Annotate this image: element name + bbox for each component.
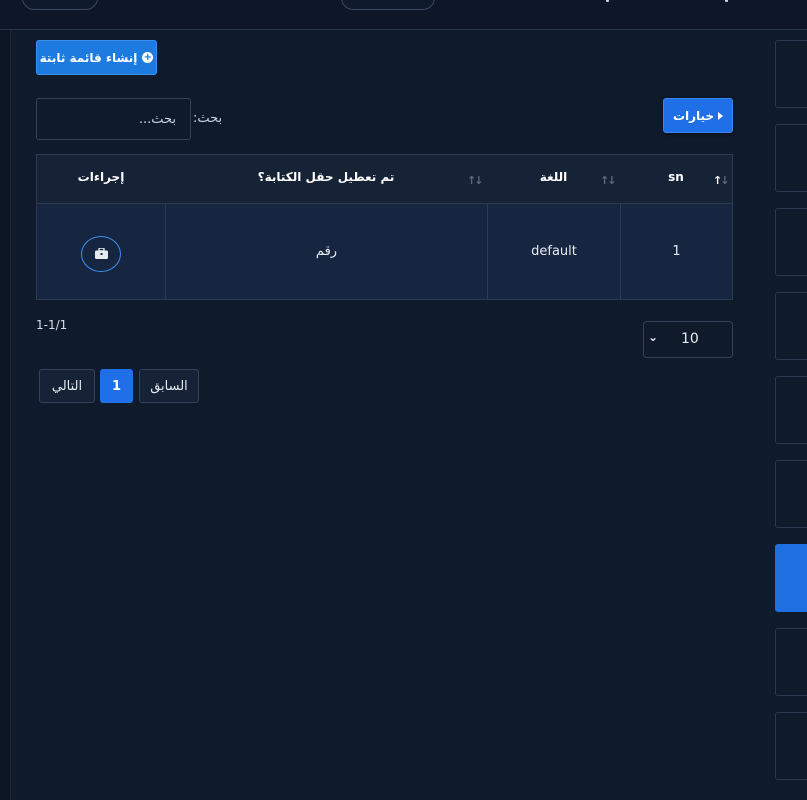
- right-nav-tile[interactable]: [775, 40, 807, 108]
- right-nav-tile[interactable]: [775, 208, 807, 276]
- top-pill-button[interactable]: [341, 0, 435, 10]
- pagination-range: 1-1/1: [36, 318, 68, 332]
- top-mark: [606, 0, 609, 2]
- page-size-select[interactable]: ⌄ 10: [643, 321, 733, 358]
- left-rail: [0, 30, 11, 800]
- table-row: 1 default رقم: [37, 204, 732, 299]
- row-action-button[interactable]: [81, 235, 121, 272]
- page-size-value: 10: [681, 331, 699, 347]
- column-header-actions: إجراءات: [37, 155, 165, 204]
- column-header-sn-label: sn: [668, 169, 684, 184]
- cell-language: default: [487, 204, 620, 299]
- data-table: sn ↑↓ اللغة ↑↓ تم تعطيل حقل الكتابة؟ ↑↓ …: [36, 154, 733, 300]
- column-header-language[interactable]: اللغة ↑↓: [487, 155, 620, 204]
- right-nav-tile[interactable]: [775, 460, 807, 528]
- sort-arrows-icon[interactable]: ↑↓: [467, 174, 484, 187]
- right-nav-tile[interactable]: [775, 712, 807, 780]
- column-header-actions-label: إجراءات: [77, 169, 125, 184]
- cell-actions: [37, 204, 165, 299]
- cell-sn: 1: [620, 204, 732, 299]
- right-nav-tile-active[interactable]: [775, 544, 807, 612]
- plus-circle-icon: +: [142, 52, 154, 63]
- sort-arrows-icon[interactable]: ↑↓: [600, 174, 617, 187]
- briefcase-icon: [94, 248, 108, 259]
- right-nav-tile[interactable]: [775, 292, 807, 360]
- chevron-down-icon: ⌄: [648, 330, 659, 344]
- top-bar: [0, 0, 807, 30]
- cell-typing-disabled: رقم: [165, 204, 487, 299]
- caret-left-icon: [718, 111, 724, 120]
- column-header-typing-disabled-label: تم تعطيل حقل الكتابة؟: [257, 169, 395, 184]
- create-static-list-label: إنشاء قائمة ثابتة: [39, 50, 138, 65]
- right-nav-tile[interactable]: [775, 376, 807, 444]
- top-mark: [725, 0, 728, 2]
- create-static-list-button[interactable]: + إنشاء قائمة ثابتة: [36, 40, 157, 75]
- search-label: بحث:: [193, 111, 223, 126]
- next-page-button[interactable]: التالي: [39, 369, 95, 403]
- table-header: sn ↑↓ اللغة ↑↓ تم تعطيل حقل الكتابة؟ ↑↓ …: [37, 155, 732, 204]
- search-input[interactable]: [36, 98, 191, 140]
- right-nav-tile[interactable]: [775, 124, 807, 192]
- right-nav-tile[interactable]: [775, 628, 807, 696]
- column-header-typing-disabled[interactable]: تم تعطيل حقل الكتابة؟ ↑↓: [165, 155, 487, 204]
- options-button[interactable]: خيارات: [663, 98, 733, 133]
- options-label: خيارات: [672, 108, 715, 123]
- column-header-sn[interactable]: sn ↑↓: [620, 155, 732, 204]
- current-page-button[interactable]: 1: [100, 369, 133, 403]
- sort-arrows-icon[interactable]: ↑↓: [713, 174, 730, 187]
- previous-page-button[interactable]: السابق: [139, 369, 199, 403]
- top-pill-button[interactable]: [22, 0, 98, 10]
- column-header-language-label: اللغة: [539, 169, 568, 184]
